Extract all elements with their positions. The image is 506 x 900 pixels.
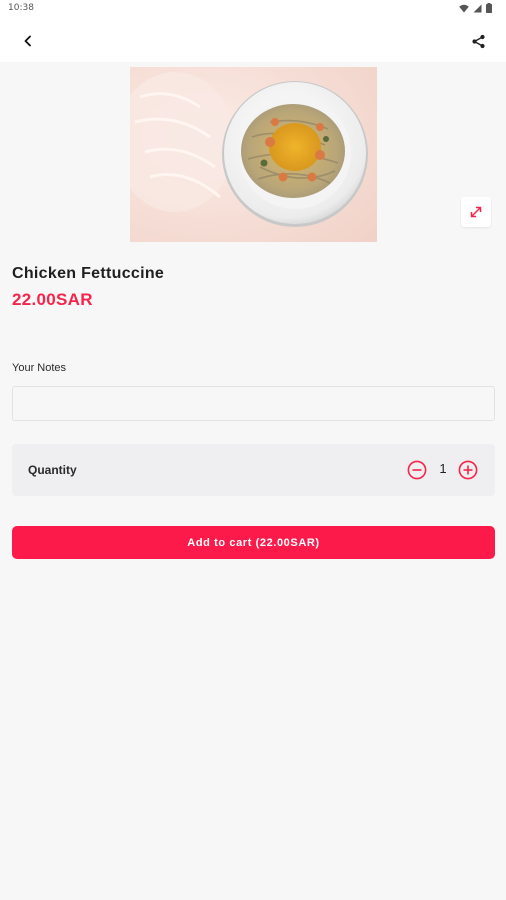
share-icon (471, 34, 485, 48)
quantity-panel: Quantity 1 (12, 444, 495, 496)
quantity-label: Quantity (28, 463, 77, 477)
signal-icon (473, 4, 482, 12)
expand-image-button[interactable] (461, 197, 491, 227)
status-time: 10:38 (8, 3, 34, 13)
battery-icon (486, 3, 492, 13)
quantity-decrease-button[interactable] (407, 460, 427, 480)
add-to-cart-button[interactable]: Add to cart (22.00SAR) (12, 526, 495, 559)
product-name: Chicken Fettuccine (12, 265, 165, 282)
expand-icon (470, 206, 482, 218)
share-button[interactable] (466, 29, 490, 53)
back-button[interactable] (16, 29, 40, 53)
quantity-increase-button[interactable] (458, 460, 478, 480)
quantity-value: 1 (439, 461, 447, 476)
product-image (130, 67, 377, 242)
chevron-left-icon (24, 35, 31, 47)
pasta-dish-image (130, 67, 377, 242)
plus-circle-icon (458, 460, 478, 480)
minus-circle-icon (407, 460, 427, 480)
notes-input[interactable] (12, 386, 495, 421)
status-icons (459, 3, 492, 13)
app-bar (0, 18, 506, 62)
wifi-icon (459, 4, 469, 12)
product-price: 22.00SAR (12, 290, 93, 309)
status-bar: 10:38 (0, 0, 506, 18)
notes-label: Your Notes (12, 362, 67, 374)
